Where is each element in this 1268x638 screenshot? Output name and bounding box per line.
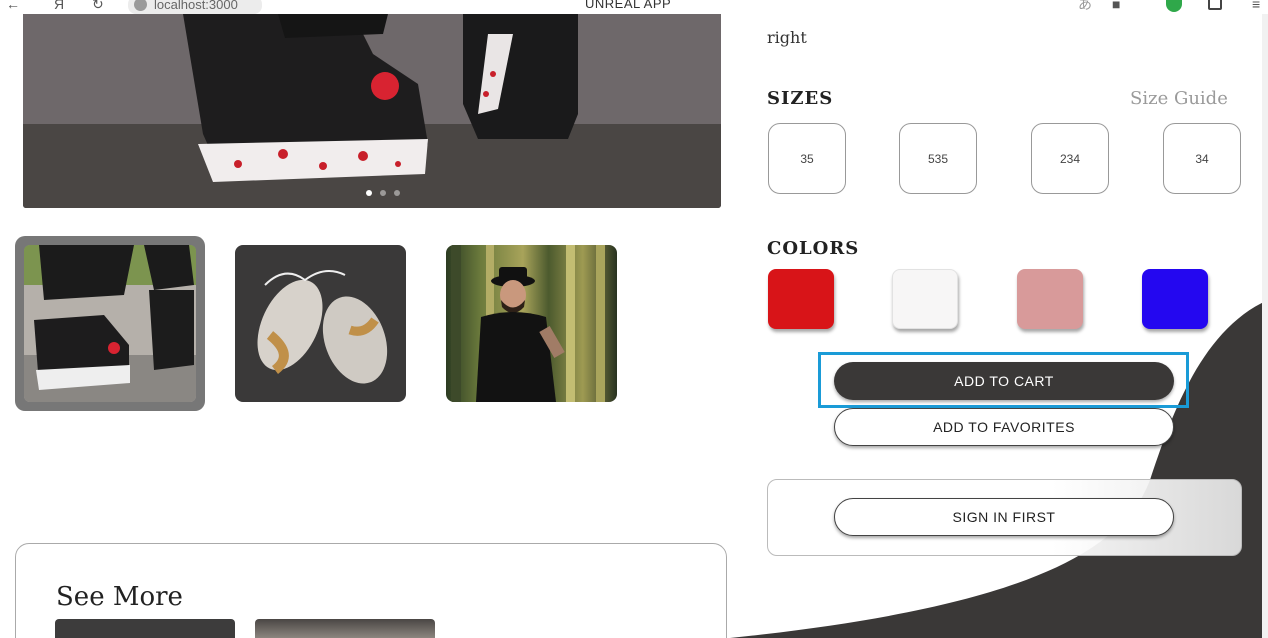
translate-icon[interactable]: あ	[1078, 0, 1092, 12]
reload-icon[interactable]: ↻	[92, 0, 104, 12]
scrollbar[interactable]	[1262, 14, 1268, 638]
thumbnail-3[interactable]	[446, 245, 617, 402]
color-swatch-blue[interactable]	[1142, 269, 1208, 329]
globe-icon	[134, 0, 147, 11]
address-bar[interactable]: localhost:3000	[128, 0, 262, 14]
thumb-man-illustration	[451, 245, 605, 402]
size-option[interactable]: 535	[899, 123, 977, 194]
see-more-item[interactable]	[255, 619, 435, 638]
see-more-item[interactable]	[55, 619, 235, 638]
browser-toolbar: ← Я ↻ localhost:3000 UNREAL APP あ ■ ≡	[0, 0, 1268, 14]
description-text: right	[767, 28, 807, 47]
thumb-sneakers-illustration	[257, 270, 388, 384]
extensions-icon[interactable]	[1208, 0, 1222, 10]
hero-image	[23, 14, 721, 208]
thumbnail-selected[interactable]	[15, 236, 205, 411]
page-title: UNREAL APP	[585, 0, 672, 11]
carousel-dot[interactable]	[380, 190, 386, 196]
color-swatch-pink[interactable]	[1017, 269, 1083, 329]
menu-icon[interactable]: ≡	[1252, 0, 1260, 12]
colors-title: COLORS	[767, 238, 860, 259]
bookmark-icon[interactable]: ■	[1112, 0, 1120, 12]
size-option[interactable]: 234	[1031, 123, 1109, 194]
carousel-dots	[366, 190, 400, 196]
yandex-icon[interactable]: Я	[54, 0, 64, 12]
add-to-cart-button[interactable]: ADD TO CART	[834, 362, 1174, 400]
color-swatch-red[interactable]	[768, 269, 834, 329]
color-swatch-white[interactable]	[892, 269, 958, 329]
carousel-dot[interactable]	[366, 190, 372, 196]
thumb-shoes-illustration	[24, 245, 196, 402]
page: ← Я ↻ localhost:3000 UNREAL APP あ ■ ≡ Se…	[0, 0, 1268, 638]
see-more-section: See More	[15, 543, 727, 638]
size-option[interactable]: 35	[768, 123, 846, 194]
see-more-title: See More	[56, 582, 183, 612]
size-guide-link[interactable]: Size Guide	[1130, 88, 1228, 109]
sign-in-button[interactable]: SIGN IN FIRST	[834, 498, 1174, 536]
back-icon[interactable]: ←	[6, 0, 20, 12]
thumbnail-2[interactable]	[235, 245, 406, 402]
url-text: localhost:3000	[154, 0, 238, 12]
thumbnail-image	[24, 245, 196, 402]
carousel-dot[interactable]	[394, 190, 400, 196]
add-to-favorites-button[interactable]: ADD TO FAVORITES	[834, 408, 1174, 446]
protect-shield-icon[interactable]	[1166, 0, 1182, 12]
size-option[interactable]: 34	[1163, 123, 1241, 194]
sizes-title: SIZES	[767, 88, 834, 109]
hero-shoes-illustration	[23, 14, 721, 208]
